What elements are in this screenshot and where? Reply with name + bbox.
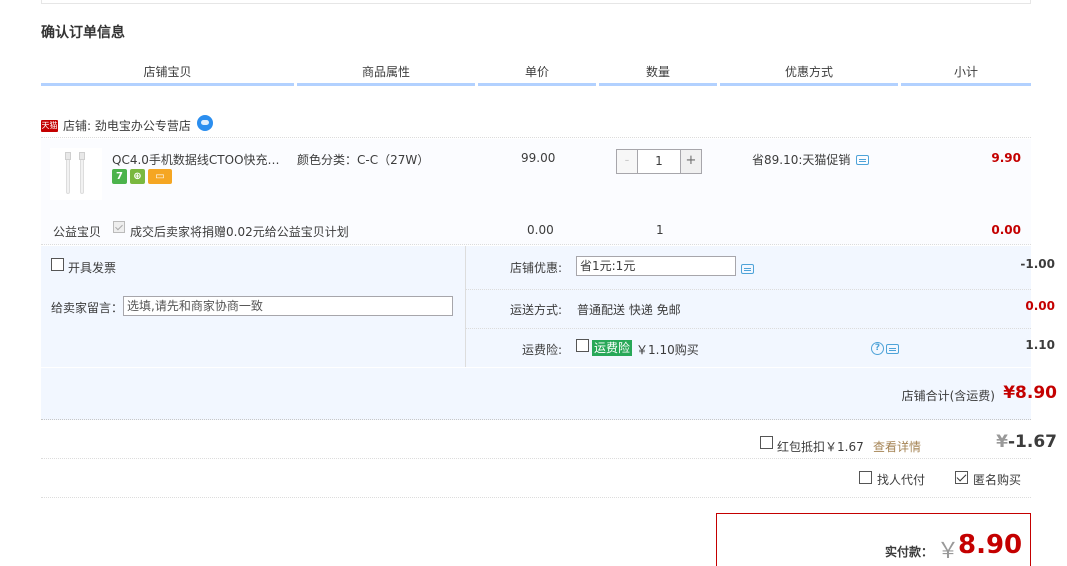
plug-image-part bbox=[65, 152, 71, 160]
header-attributes: 商品属性 bbox=[297, 64, 475, 86]
redpack-detail-link[interactable]: 查看详情 bbox=[873, 438, 921, 455]
tmall-badge-icon: 天猫 bbox=[41, 119, 58, 132]
divider bbox=[466, 328, 1031, 329]
anonymous-checkbox[interactable] bbox=[955, 471, 968, 484]
item-subtotal: 9.90 bbox=[991, 151, 1021, 165]
header-store-item: 店铺宝贝 bbox=[41, 64, 294, 86]
redpack-checkbox[interactable] bbox=[760, 436, 773, 449]
store-discount-label: 店铺优惠: bbox=[509, 261, 562, 275]
insurance-label: 运费险: bbox=[521, 343, 562, 357]
message-icon[interactable] bbox=[885, 344, 899, 354]
quantity-minus-button[interactable]: - bbox=[617, 150, 637, 173]
message-icon[interactable] bbox=[741, 264, 754, 274]
payment-label: 实付款： bbox=[885, 545, 934, 559]
product-title-link[interactable]: QC4.0手机数据线CTOO快充电… bbox=[112, 151, 290, 168]
credit-card-icon[interactable]: ▭ bbox=[148, 169, 172, 184]
divider bbox=[466, 289, 1031, 290]
invoice-checkbox[interactable] bbox=[51, 258, 64, 271]
seven-day-return-icon[interactable]: 7 bbox=[112, 169, 127, 184]
invoice-label[interactable]: 开具发票 bbox=[68, 259, 116, 276]
message-icon[interactable] bbox=[856, 154, 870, 165]
charity-checkbox bbox=[113, 221, 125, 233]
product-thumbnail[interactable] bbox=[50, 148, 102, 200]
shipping-method: 普通配送 快递 免邮 bbox=[577, 303, 681, 317]
insurance-price-text: ￥1.10购买 bbox=[636, 343, 699, 357]
header-subtotal: 小计 bbox=[901, 64, 1031, 86]
promotion: 省89.10:天猫促销 bbox=[752, 151, 870, 168]
redpack-label[interactable]: 红包抵扣￥1.67 bbox=[777, 438, 864, 455]
plug-image-part bbox=[79, 152, 85, 160]
anonymous-label[interactable]: 匿名购买 bbox=[973, 471, 1021, 488]
charity-text: 成交后卖家将捐赠0.02元给公益宝贝计划 bbox=[130, 225, 349, 239]
header-quantity: 数量 bbox=[599, 64, 717, 86]
message-label: 给卖家留言： bbox=[51, 301, 124, 315]
redpack-value: ¥-1.67 bbox=[996, 432, 1057, 452]
store-total-value: ¥8.90 bbox=[1003, 383, 1057, 403]
merchant-guarantee-icon[interactable]: ⊕ bbox=[130, 169, 145, 184]
top-section-frame bbox=[41, 0, 1031, 4]
shipping-label: 运送方式: bbox=[509, 303, 562, 317]
insurance-amount: 1.10 bbox=[1025, 338, 1055, 352]
quantity-plus-button[interactable]: + bbox=[681, 150, 701, 173]
store-discount-select[interactable]: 省1元:1元 bbox=[576, 256, 736, 276]
store-total-label: 店铺合计(含运费) bbox=[901, 389, 995, 403]
divider bbox=[41, 497, 1031, 498]
quantity-stepper: - 1 + bbox=[616, 149, 702, 174]
quantity-input[interactable]: 1 bbox=[637, 150, 681, 173]
store-row: 天猫 店铺: 劲电宝办公专营店 bbox=[41, 114, 1031, 138]
service-icons: 7 ⊕ ▭ bbox=[112, 169, 172, 184]
cable-image-part bbox=[80, 154, 84, 194]
charity-label: 公益宝贝 bbox=[53, 225, 102, 239]
proxy-pay-checkbox[interactable] bbox=[859, 471, 872, 484]
cable-image-part bbox=[66, 154, 70, 194]
shipping-amount: 0.00 bbox=[1025, 299, 1055, 313]
store-total-row bbox=[41, 368, 1031, 420]
product-attribute: 颜色分类：C-C（27W） bbox=[297, 153, 430, 167]
header-discount: 优惠方式 bbox=[720, 64, 898, 86]
redpack-amount: -1.67 bbox=[1008, 432, 1057, 452]
insurance-checkbox[interactable] bbox=[576, 339, 589, 352]
charity-qty: 1 bbox=[656, 223, 664, 237]
message-input[interactable]: 选填,请先和商家协商一致 bbox=[123, 296, 453, 316]
store-discount-amount: -1.00 bbox=[1020, 257, 1055, 271]
page-title: 确认订单信息 bbox=[41, 25, 125, 41]
redpack-yen: ¥ bbox=[996, 432, 1008, 452]
payment-yen: ￥ bbox=[937, 539, 960, 564]
charity-price: 0.00 bbox=[527, 223, 554, 237]
proxy-pay-label[interactable]: 找人代付 bbox=[877, 471, 925, 488]
unit-price: 99.00 bbox=[521, 151, 556, 165]
help-icon[interactable]: ? bbox=[871, 342, 884, 355]
promotion-text[interactable]: 省89.10:天猫促销 bbox=[752, 151, 850, 168]
store-name[interactable]: 店铺: 劲电宝办公专营店 bbox=[63, 117, 191, 134]
divider bbox=[41, 458, 1031, 459]
header-unit-price: 单价 bbox=[478, 64, 596, 86]
payment-value: 8.90 bbox=[958, 530, 1023, 560]
insurance-tag: 运费险 bbox=[592, 340, 633, 356]
wangwang-chat-icon[interactable] bbox=[196, 114, 213, 131]
charity-subtotal: 0.00 bbox=[991, 223, 1021, 237]
